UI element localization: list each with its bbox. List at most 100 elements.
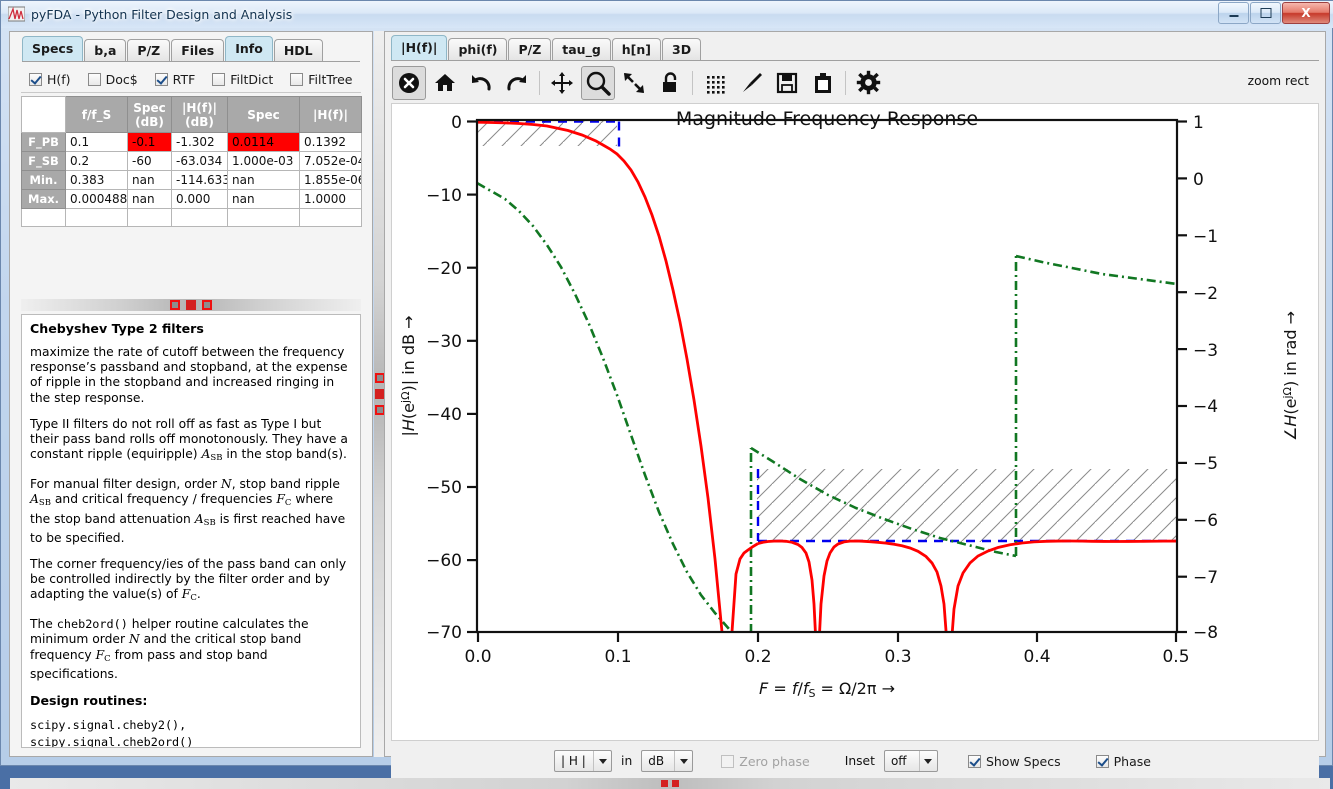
chevron-down-icon[interactable] (918, 751, 937, 771)
checkbox-hf[interactable]: H(f) (29, 72, 71, 87)
paint-icon[interactable] (734, 66, 768, 100)
cell-fsb-hfdb[interactable]: -63.034 (171, 151, 228, 171)
cell-fpb-hfdb[interactable]: -1.302 (171, 132, 228, 152)
chevron-down-icon[interactable] (593, 751, 611, 771)
pyfda-logo-icon (8, 6, 25, 23)
checkbox-doc-box[interactable] (87, 72, 101, 86)
horizontal-splitter[interactable] (21, 299, 361, 311)
minimize-button[interactable] (1218, 2, 1249, 24)
tab-info[interactable]: Info (225, 36, 273, 62)
row-header-fsb[interactable]: F_SB (21, 151, 66, 171)
row-header-min[interactable]: Min. (21, 170, 66, 190)
ytick-7: −70 (426, 623, 462, 643)
toolbar-status-label: zoom rect (1247, 74, 1309, 88)
checkbox-rtf[interactable]: RTF (154, 72, 195, 87)
cell-max-hfdb[interactable]: 0.000 (171, 189, 228, 209)
cell-max-spec[interactable]: nan (227, 189, 300, 209)
checkbox-show-specs[interactable]: Show Specs (967, 753, 1061, 769)
table-empty-row (21, 208, 362, 227)
cell-min-ffs[interactable]: 0.383 (65, 170, 128, 190)
close-button[interactable]: X (1282, 2, 1330, 24)
xtick-4: 0.4 (1023, 647, 1050, 667)
cell-fsb-spec[interactable]: 1.000e-03 (227, 151, 300, 171)
plot-tab-phi[interactable]: phi(f) (448, 38, 508, 61)
clipboard-icon[interactable] (806, 66, 840, 100)
info-paragraph-1: maximize the rate of cutoff between the … (30, 345, 348, 405)
checkbox-phase[interactable]: Phase (1095, 754, 1151, 769)
table-col-spec[interactable]: Spec (227, 96, 300, 133)
tab-specs[interactable]: Specs (22, 36, 84, 62)
pan-icon[interactable] (545, 66, 579, 100)
cell-fsb-hf[interactable]: 7.052e-04 (299, 151, 362, 171)
tab-pz[interactable]: P/Z (127, 39, 171, 62)
cell-fpb-specdb[interactable]: -0.1 (127, 132, 172, 152)
plot-tab-magnitude[interactable]: |H(f)| (391, 35, 448, 61)
cancel-icon[interactable] (392, 65, 426, 100)
tab-hdl[interactable]: HDL (273, 39, 323, 62)
maximize-button[interactable] (1250, 2, 1281, 24)
checkbox-filtdict[interactable]: FiltDict (212, 72, 273, 87)
table-row[interactable]: Max. 0.0004885 nan 0.000 nan 1.0000 (21, 189, 362, 209)
lock-icon[interactable] (653, 66, 687, 100)
checkbox-filttree-box[interactable] (290, 72, 304, 86)
zoom-rect-icon[interactable] (581, 65, 615, 100)
table-col-spec-db[interactable]: Spec (dB) (127, 96, 172, 133)
cell-fpb-ffs[interactable]: 0.1 (65, 132, 128, 152)
table-col-ffs[interactable]: f/f_S (65, 96, 128, 133)
cell-fpb-hf[interactable]: 0.1392 (299, 132, 362, 152)
plot-tab-hn[interactable]: h[n] (611, 38, 662, 61)
settings-icon[interactable] (851, 66, 885, 100)
unit-select[interactable]: dB (641, 750, 694, 772)
filter-info-text[interactable]: Chebyshev Type 2 filters maximize the ra… (21, 314, 361, 748)
cell-min-hfdb[interactable]: -114.633 (171, 170, 228, 190)
row-header-fpb[interactable]: F_PB (21, 132, 66, 152)
checkbox-rtf-box[interactable] (154, 72, 168, 86)
cell-max-specdb[interactable]: nan (127, 189, 172, 209)
checkbox-zero-phase[interactable]: Zero phase (721, 754, 810, 769)
plot-tab-taug[interactable]: tau_g (552, 38, 611, 61)
checkbox-hf-label: H(f) (47, 71, 71, 87)
cell-fsb-specdb[interactable]: -60 (127, 151, 172, 171)
table-col-hf[interactable]: |H(f)| (299, 96, 362, 133)
filter-spec-table[interactable]: f/f_S Spec (dB) |H(f)| (dB) Spec |H(f)| F_… (21, 96, 362, 227)
cell-min-specdb[interactable]: nan (127, 170, 172, 190)
row-header-max[interactable]: Max. (21, 189, 66, 209)
tab-hdl-label: HDL (283, 43, 313, 58)
fullview-icon[interactable] (617, 66, 651, 100)
design-routine-2: scipy.signal.cheb2ord() (30, 734, 194, 748)
redo-icon[interactable] (500, 66, 534, 100)
cell-fpb-spec[interactable]: 0.0114 (227, 132, 300, 152)
cell-max-hf[interactable]: 1.0000 (299, 189, 362, 209)
tab-files[interactable]: Files (171, 39, 225, 62)
plot-tab-pz[interactable]: P/Z (508, 38, 552, 61)
checkbox-hf-box[interactable] (29, 72, 42, 86)
home-icon[interactable] (428, 66, 462, 100)
checkbox-show-specs-label: Show Specs (985, 753, 1061, 769)
checkbox-filtdict-box[interactable] (212, 72, 226, 86)
table-row[interactable]: F_PB 0.1 -0.1 -1.302 0.0114 0.1392 (21, 132, 362, 152)
table-col-ffs-label: f/f_S (81, 107, 112, 122)
chevron-down-icon[interactable] (674, 751, 692, 771)
cell-min-spec[interactable]: nan (227, 170, 300, 190)
save-icon[interactable] (770, 66, 804, 100)
stopband-hatch-region (757, 469, 1177, 542)
y2tick-0: 1 (1193, 113, 1204, 133)
table-row[interactable]: F_SB 0.2 -60 -63.034 1.000e-03 7.052e-04 (21, 151, 362, 171)
plot-tab-3d[interactable]: 3D (662, 38, 702, 61)
checkbox-filttree[interactable]: FiltTree (290, 72, 352, 87)
inset-select[interactable]: off (883, 750, 938, 772)
cell-min-hf[interactable]: 1.855e-06 (299, 170, 362, 190)
cell-max-ffs[interactable]: 0.0004885 (65, 189, 128, 209)
cell-fsb-ffs[interactable]: 0.2 (65, 151, 128, 171)
table-row[interactable]: Min. 0.383 nan -114.633 nan 1.855e-06 (21, 170, 362, 190)
bottom-splitter[interactable] (10, 778, 1330, 789)
y2tick-3: −2 (1193, 284, 1218, 304)
tab-ba[interactable]: b,a (84, 39, 127, 62)
xtick-3: 0.3 (884, 647, 911, 667)
grid-icon[interactable] (698, 66, 732, 100)
checkbox-doc[interactable]: Doc$ (87, 72, 138, 87)
table-col-hf-db[interactable]: |H(f)| (dB) (171, 96, 228, 133)
magnitude-select[interactable]: | H | (554, 750, 613, 772)
undo-icon[interactable] (464, 66, 498, 100)
magnitude-plot[interactable]: Magnitude Frequency Response 0 −10 −20 −… (391, 103, 1319, 741)
